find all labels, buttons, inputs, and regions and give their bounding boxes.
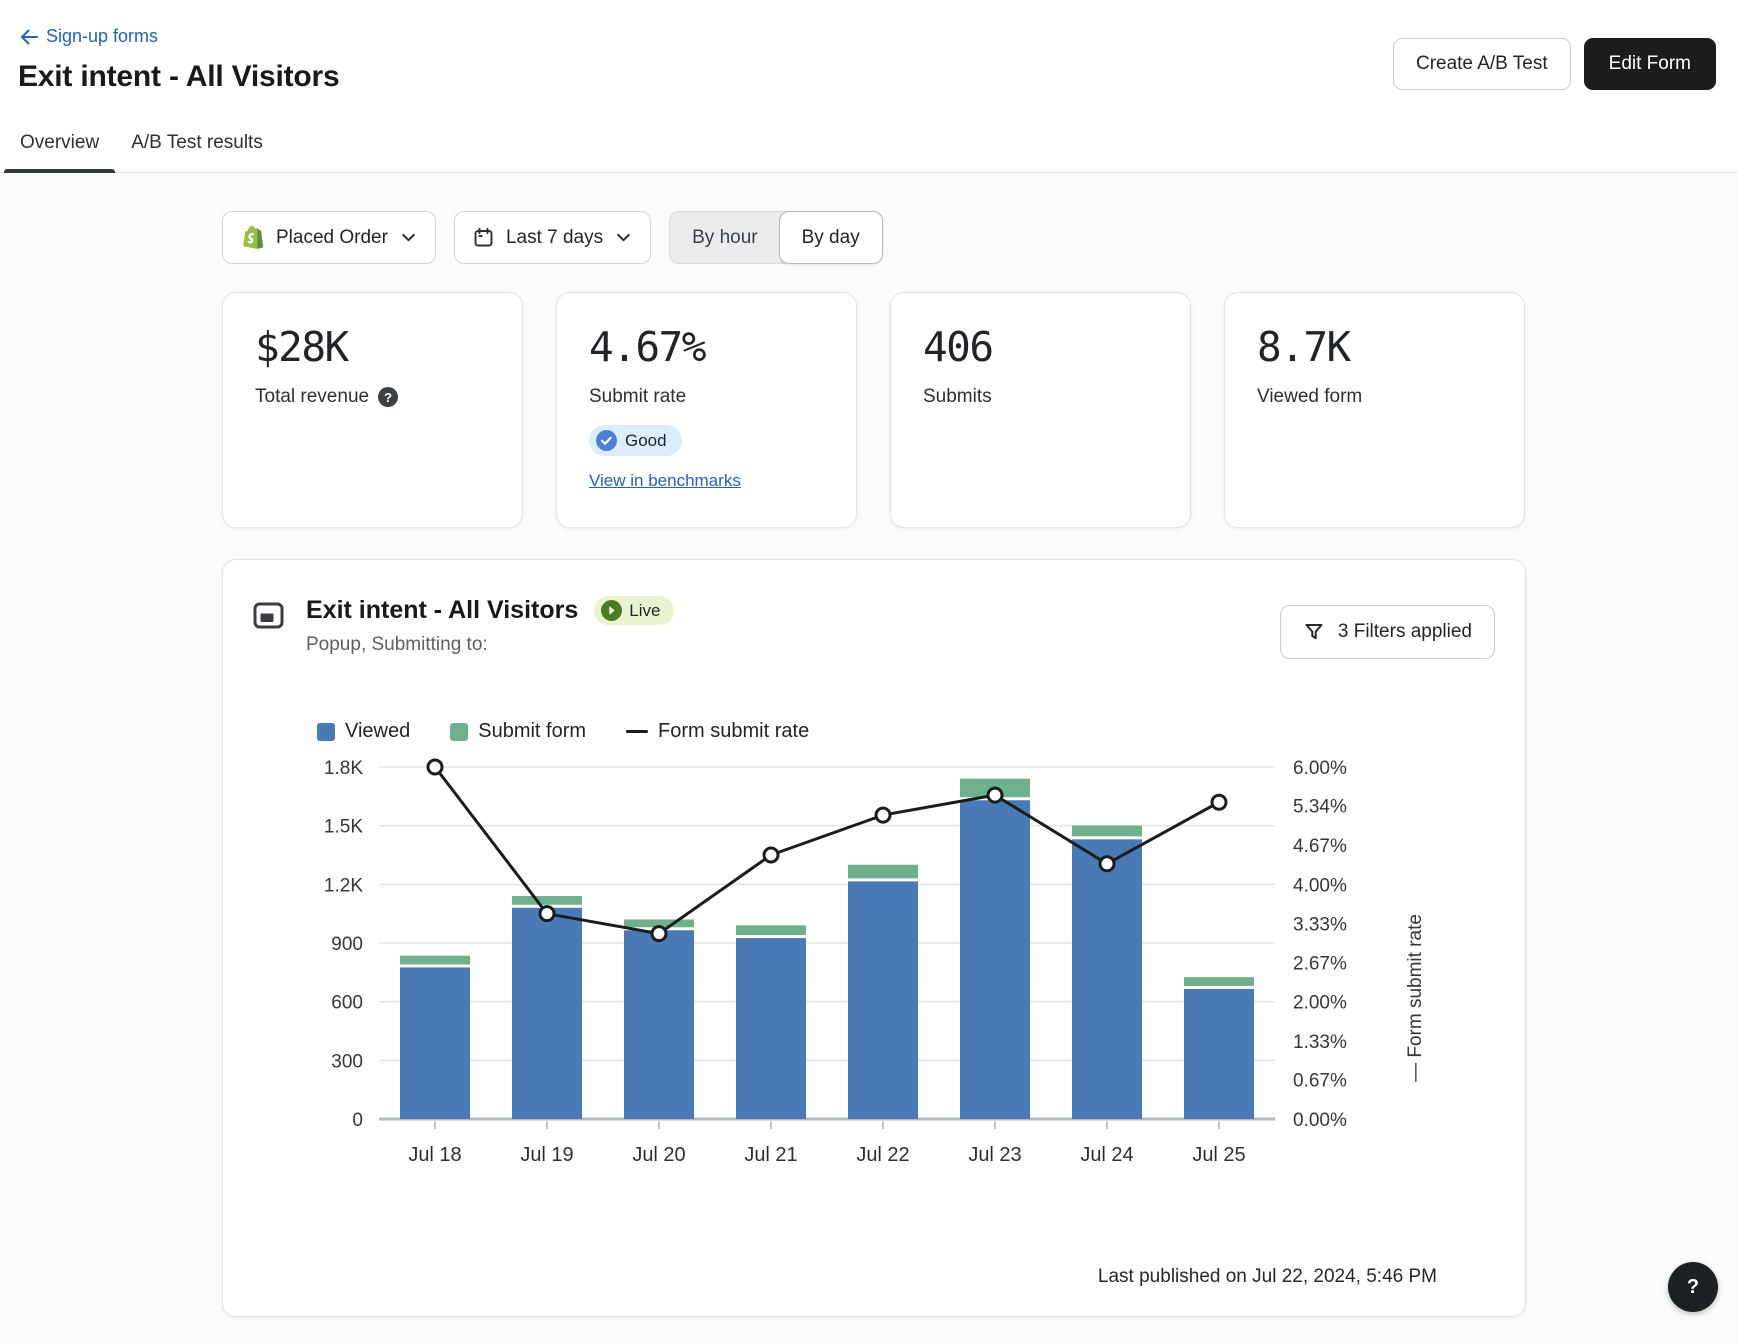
svg-text:1.8K: 1.8K xyxy=(324,758,363,779)
svg-text:0.67%: 0.67% xyxy=(1293,1071,1347,1092)
last-published-text: Last published on Jul 22, 2024, 5:46 PM xyxy=(1098,1266,1437,1288)
back-link[interactable]: Sign-up forms xyxy=(20,26,158,47)
metric-card-total-revenue: $28K Total revenue ? xyxy=(222,292,523,528)
metric-card-submits: 406 Submits xyxy=(890,292,1191,528)
calendar-icon xyxy=(473,227,494,248)
metric-label: Submit rate xyxy=(589,386,824,408)
legend-item-submit-form[interactable]: Submit form xyxy=(450,720,586,743)
svg-text:Jul 20: Jul 20 xyxy=(632,1144,685,1166)
status-badge-good: Good xyxy=(589,425,682,456)
svg-text:0: 0 xyxy=(352,1110,363,1131)
play-circle-icon xyxy=(601,600,622,621)
date-range-dropdown[interactable]: Last 7 days xyxy=(454,211,651,264)
svg-text:0.00%: 0.00% xyxy=(1293,1110,1347,1131)
svg-text:2.00%: 2.00% xyxy=(1293,993,1347,1014)
metric-value: $28K xyxy=(255,323,490,371)
svg-text:Jul 24: Jul 24 xyxy=(1080,1144,1133,1166)
conversion-metric-dropdown[interactable]: Placed Order xyxy=(222,211,436,264)
legend-item-form-submit-rate[interactable]: Form submit rate xyxy=(626,720,809,743)
form-performance-card: Exit intent - All Visitors Live Popup, S… xyxy=(222,559,1526,1317)
svg-text:1.5K: 1.5K xyxy=(324,817,363,838)
help-button[interactable]: ? xyxy=(1668,1262,1718,1312)
line-swatch xyxy=(626,730,648,733)
svg-text:1.2K: 1.2K xyxy=(324,875,363,896)
svg-text:300: 300 xyxy=(331,1051,363,1072)
metric-value: 8.7K xyxy=(1257,323,1492,371)
tab-bar: Overview A/B Test results xyxy=(4,118,279,172)
svg-text:900: 900 xyxy=(331,934,363,955)
page-header: Sign-up forms Exit intent - All Visitors… xyxy=(0,0,1738,173)
chart-card-title: Exit intent - All Visitors xyxy=(306,596,578,625)
page-title: Exit intent - All Visitors xyxy=(18,60,340,94)
back-link-label: Sign-up forms xyxy=(46,26,158,47)
granularity-by-day[interactable]: By day xyxy=(779,211,883,264)
check-circle-icon xyxy=(596,430,617,451)
metric-value: 4.67% xyxy=(589,323,824,371)
view-benchmarks-link[interactable]: View in benchmarks xyxy=(589,471,824,491)
filter-row: Placed Order Last 7 days By hour By day xyxy=(222,211,1526,264)
svg-text:Jul 23: Jul 23 xyxy=(968,1144,1021,1166)
viewed-swatch xyxy=(317,723,335,741)
svg-text:5.34%: 5.34% xyxy=(1293,797,1347,818)
svg-text:3.33%: 3.33% xyxy=(1293,915,1347,936)
svg-text:6.00%: 6.00% xyxy=(1293,758,1347,779)
svg-text:4.00%: 4.00% xyxy=(1293,875,1347,896)
svg-text:— Form submit rate: — Form submit rate xyxy=(1405,914,1426,1082)
svg-text:Jul 22: Jul 22 xyxy=(856,1144,909,1166)
tab-ab-test-results[interactable]: A/B Test results xyxy=(115,118,279,172)
back-arrow-icon xyxy=(20,29,38,45)
svg-text:Jul 25: Jul 25 xyxy=(1192,1144,1245,1166)
header-actions: Create A/B Test Edit Form xyxy=(1393,38,1716,90)
popup-form-icon xyxy=(253,602,284,629)
svg-text:2.67%: 2.67% xyxy=(1293,953,1347,974)
metric-label: Submits xyxy=(923,386,1158,408)
tab-overview[interactable]: Overview xyxy=(4,118,115,172)
metric-label: Total revenue ? xyxy=(255,386,490,408)
granularity-toggle: By hour By day xyxy=(669,211,883,264)
svg-text:4.67%: 4.67% xyxy=(1293,836,1347,857)
main-content: Placed Order Last 7 days By hour By day … xyxy=(222,211,1526,1317)
submit-form-swatch xyxy=(450,723,468,741)
metric-card-submit-rate: 4.67% Submit rate Good View in benchmark… xyxy=(556,292,857,528)
chart-card-titles: Exit intent - All Visitors Live Popup, S… xyxy=(306,596,674,656)
chart-card-subtitle: Popup, Submitting to: xyxy=(306,634,674,656)
svg-text:600: 600 xyxy=(331,993,363,1014)
svg-text:1.33%: 1.33% xyxy=(1293,1032,1347,1053)
chart-legend: Viewed Submit form Form submit rate xyxy=(317,720,1495,743)
combo-chart: 0 300 600 900 1.2K 1.5K 1.8K 6.00% 5.34% 4.67% 4.0… xyxy=(253,753,1497,1189)
metric-label: Viewed form xyxy=(1257,386,1492,408)
live-status-badge: Live xyxy=(594,596,674,625)
legend-item-viewed[interactable]: Viewed xyxy=(317,720,410,743)
granularity-by-hour[interactable]: By hour xyxy=(670,212,779,263)
chart-plot-area: 0 300 600 900 1.2K 1.5K 1.8K 6.00% 5.34% 4.67% 4.0… xyxy=(253,753,1495,1194)
edit-form-button[interactable]: Edit Form xyxy=(1584,38,1716,90)
metric-card-viewed-form: 8.7K Viewed form xyxy=(1224,292,1525,528)
svg-text:Jul 18: Jul 18 xyxy=(408,1144,461,1166)
metric-cards: $28K Total revenue ? 4.67% Submit rate G… xyxy=(222,292,1526,528)
chevron-down-icon xyxy=(400,229,417,246)
filter-funnel-icon xyxy=(1303,621,1325,643)
conversion-metric-label: Placed Order xyxy=(276,227,388,249)
metric-value: 406 xyxy=(923,323,1158,371)
shopify-icon xyxy=(241,225,264,250)
help-icon[interactable]: ? xyxy=(378,387,398,407)
svg-text:Jul 19: Jul 19 xyxy=(520,1144,573,1166)
svg-text:Jul 21: Jul 21 xyxy=(744,1144,797,1166)
filters-applied-button[interactable]: 3 Filters applied xyxy=(1280,605,1495,659)
chevron-down-icon xyxy=(615,229,632,246)
create-ab-test-button[interactable]: Create A/B Test xyxy=(1393,38,1571,90)
date-range-label: Last 7 days xyxy=(506,227,603,249)
